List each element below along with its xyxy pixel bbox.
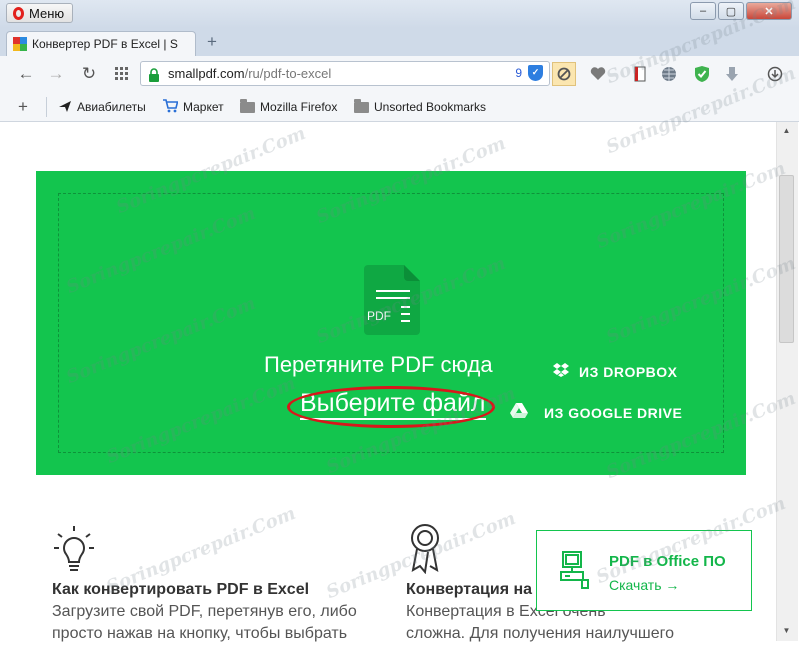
reload-button[interactable]: ↻ [79,64,99,84]
maximize-button[interactable]: ▢ [718,2,744,20]
opera-logo-icon [13,6,24,20]
adguard-shield-icon[interactable] [690,62,714,86]
minimize-button[interactable]: – [690,2,716,20]
computer-icon [560,551,589,589]
feature-title: Как конвертировать PDF в Excel [52,581,310,598]
tab-title: Конвертер PDF в Excel | S [32,37,178,51]
feature-text-line: Загрузите свой PDF, перетянув его, либо [52,603,357,620]
add-bookmark-button[interactable]: + [18,98,28,116]
blocked-count: 9 [515,66,522,80]
bookmark-market[interactable]: Маркет [162,98,224,116]
bookmark-unsorted[interactable]: Unsorted Bookmarks [354,98,486,116]
scroll-up-arrow-icon[interactable]: ▲ [779,124,794,138]
window-titlebar [0,0,799,29]
drop-pdf-text: Перетяните PDF сюда [264,352,493,377]
forward-button[interactable]: → [46,64,66,84]
tab-pdf-to-excel[interactable]: Конвертер PDF в Excel | S [6,31,196,56]
bookmark-label: Маркет [183,100,224,114]
heart-bookmark-icon[interactable] [586,62,610,86]
new-tab-button[interactable]: + [203,33,221,51]
scrollbar-thumb[interactable] [779,175,794,343]
menu-label: Меню [29,5,65,21]
dropbox-label: ИЗ DROPBOX [579,363,678,380]
opera-menu-button[interactable]: Меню [6,3,74,23]
url-domain: smallpdf.com [168,66,245,81]
notes-extension-icon[interactable] [628,62,652,86]
block-button[interactable] [552,62,576,86]
pdf-file-icon: PDF [364,265,420,335]
dropbox-icon [553,362,569,381]
bookmark-label: Unsorted Bookmarks [374,100,487,114]
folder-icon [354,98,369,113]
close-window-button[interactable]: ✕ [746,2,792,20]
ad-block-shield-icon[interactable]: ✓ [528,65,543,81]
plane-icon [58,99,72,116]
secure-lock-icon [148,67,160,82]
feature-text-line: сложна. Для получения наилучшего [406,625,674,642]
from-dropbox-button[interactable]: ИЗ DROPBOX [553,362,678,381]
download-manager-icon[interactable] [763,62,787,86]
highlight-annotation-oval [287,386,495,428]
address-bar[interactable]: smallpdf.com/ru/pdf-to-excel 9 ✓ [140,61,550,86]
bookmark-aviabilety[interactable]: Авиабилеты [58,98,146,116]
google-drive-label: ИЗ GOOGLE DRIVE [544,404,683,421]
from-google-drive-button[interactable]: ИЗ GOOGLE DRIVE [510,403,682,422]
speed-dial-grid-icon[interactable] [112,64,132,84]
feature-title: Конвертация на [406,581,533,598]
scroll-down-arrow-icon[interactable]: ▼ [779,624,794,638]
smallpdf-favicon-icon [13,37,27,51]
bookmark-label: Mozilla Firefox [260,100,338,114]
feature-text-line: просто нажав на кнопку, чтобы выбрать [52,625,348,642]
award-icon [411,524,439,574]
url-path: /ru/pdf-to-excel [244,66,332,81]
office-promo-title: PDF в Office ПО [609,553,726,570]
google-drive-icon [510,403,528,422]
download-link[interactable]: Скачать → [609,577,679,593]
bookmark-label: Авиабилеты [77,100,146,114]
globe-vpn-icon[interactable] [657,62,681,86]
download-icon[interactable] [720,62,744,86]
bookmarks-divider [46,97,47,117]
back-button[interactable]: ← [16,64,36,84]
svg-text:PDF: PDF [367,309,391,323]
folder-icon [240,98,255,113]
bookmark-mozilla-firefox[interactable]: Mozilla Firefox [240,98,337,116]
cart-icon [162,98,179,116]
lightbulb-icon [54,526,94,571]
